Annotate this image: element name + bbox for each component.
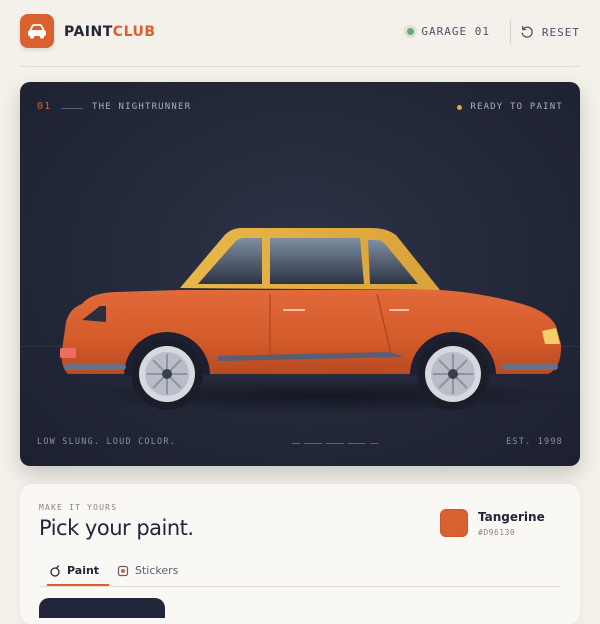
garage-label: GARAGE 01 bbox=[421, 25, 490, 38]
panel-kicker: MAKE IT YOURS bbox=[39, 503, 118, 512]
side-window bbox=[270, 238, 364, 284]
tab-paint[interactable]: Paint bbox=[46, 556, 110, 586]
garage-indicator: GARAGE 01 bbox=[407, 25, 490, 38]
car-tagline: LOW SLUNG. LOUD COLOR. bbox=[37, 437, 176, 447]
panel-title: Pick your paint. bbox=[39, 516, 194, 540]
header-divider bbox=[510, 20, 511, 44]
selected-color-hex: #D96130 bbox=[478, 528, 516, 537]
slide-dash bbox=[292, 443, 300, 444]
primary-action-button[interactable] bbox=[39, 598, 165, 618]
paint-panel: MAKE IT YOURS Pick your paint. Tangerine… bbox=[20, 484, 580, 624]
car-showcase: 01 THE NIGHTRUNNER READY TO PAINT LOW SL… bbox=[20, 82, 580, 466]
rear-bumper bbox=[64, 364, 126, 370]
tab-paint-label: Paint bbox=[67, 564, 100, 577]
selected-color-name: Tangerine bbox=[478, 510, 545, 524]
car-logo-icon bbox=[28, 24, 46, 39]
sticker-icon bbox=[117, 565, 129, 576]
panel-tabs: Paint Stickers bbox=[39, 556, 561, 587]
brand-name-part-1: PAINT bbox=[64, 24, 113, 40]
logo[interactable] bbox=[20, 14, 54, 48]
car-illustration[interactable] bbox=[20, 82, 580, 466]
reset-label: RESET bbox=[541, 25, 580, 39]
reset-icon bbox=[521, 25, 533, 38]
slide-dash bbox=[370, 443, 378, 444]
car-established: EST. 1998 bbox=[506, 437, 563, 447]
tab-stickers-label: Stickers bbox=[135, 564, 179, 577]
slide-indicator bbox=[292, 443, 378, 444]
reset-button[interactable]: RESET bbox=[520, 25, 580, 39]
tab-stickers[interactable]: Stickers bbox=[117, 556, 178, 585]
header-rule bbox=[20, 66, 580, 67]
brand-name-part-2: CLUB bbox=[112, 24, 156, 40]
paint-drop-icon bbox=[50, 564, 60, 577]
app-header: PAINTCLUB GARAGE 01 RESET bbox=[20, 14, 580, 52]
front-wheel bbox=[417, 338, 489, 410]
brand-name: PAINTCLUB bbox=[64, 24, 156, 40]
slide-dash bbox=[348, 443, 366, 444]
rear-wheel bbox=[131, 338, 203, 410]
slide-dash bbox=[326, 443, 344, 444]
garage-status-dot bbox=[407, 28, 415, 35]
tail-light bbox=[60, 348, 76, 358]
front-bumper bbox=[502, 364, 558, 370]
selected-color-swatch[interactable] bbox=[440, 509, 468, 537]
slide-dash bbox=[304, 443, 322, 444]
